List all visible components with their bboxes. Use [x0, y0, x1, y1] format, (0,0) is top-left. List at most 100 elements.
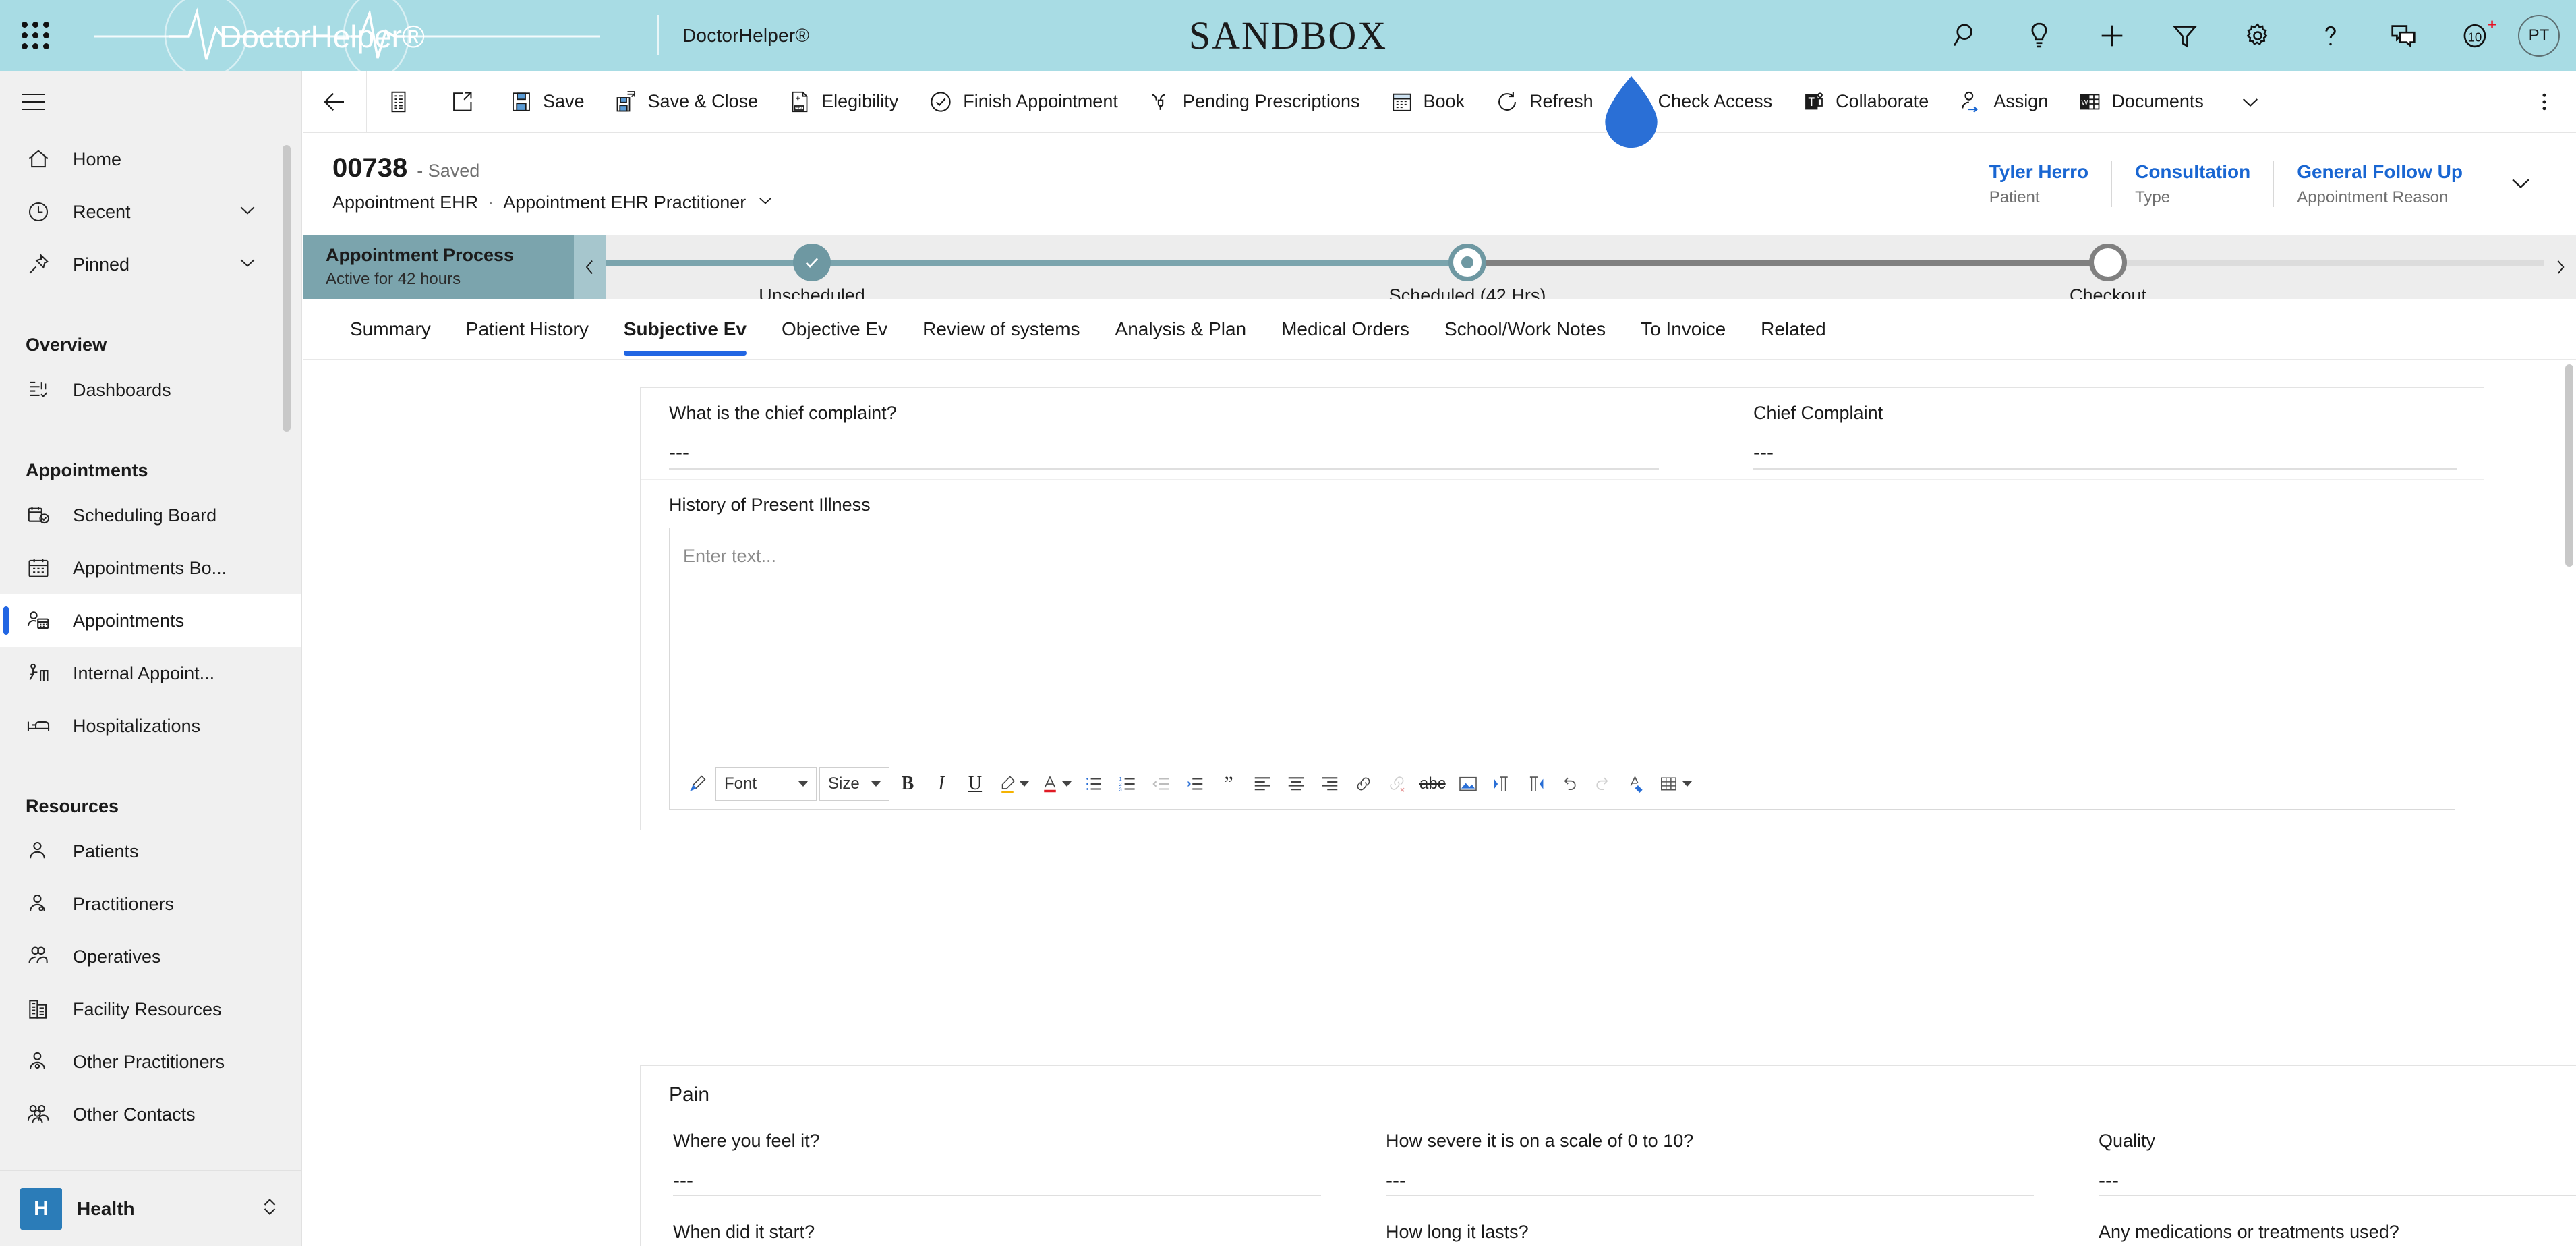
- decrease-indent-icon[interactable]: [1146, 765, 1177, 803]
- lightbulb-icon[interactable]: [2003, 0, 2076, 71]
- chevron-down-icon[interactable]: [235, 250, 260, 279]
- bulleted-list-icon[interactable]: [1078, 765, 1109, 803]
- insert-link-icon[interactable]: [1348, 765, 1379, 803]
- tab-subjective-ev[interactable]: Subjective Ev: [606, 299, 764, 360]
- sidebar-item-dashboards[interactable]: Dashboards: [0, 364, 301, 416]
- align-left-icon[interactable]: [1247, 765, 1278, 803]
- tab-to-invoice[interactable]: To Invoice: [1623, 299, 1743, 360]
- plus-icon[interactable]: [2076, 0, 2148, 71]
- sidebar-item-other-practitioners[interactable]: Other Practitioners: [0, 1036, 301, 1088]
- chevron-down-icon[interactable]: [235, 198, 260, 227]
- field-value[interactable]: ---: [673, 1169, 1321, 1196]
- sidebar-item-appointments-board[interactable]: Appointments Bo...: [0, 542, 301, 594]
- bpf-stage-node-scheduled[interactable]: [1448, 244, 1486, 281]
- font-size-select[interactable]: Size: [819, 766, 889, 801]
- insert-table-icon[interactable]: [1655, 765, 1696, 803]
- chevron-down-icon[interactable]: [2219, 71, 2282, 133]
- sidebar-item-hospitalizations[interactable]: Hospitalizations: [0, 700, 301, 752]
- form-selector-chevron-icon[interactable]: [755, 190, 775, 215]
- tab-summary[interactable]: Summary: [332, 299, 448, 360]
- app-launcher-button[interactable]: [0, 0, 71, 71]
- blockquote-icon[interactable]: ”: [1213, 765, 1244, 803]
- main-scrollbar[interactable]: [2565, 364, 2573, 567]
- pending-prescriptions-button[interactable]: Pending Prescriptions: [1133, 71, 1375, 133]
- refresh-button[interactable]: Refresh: [1480, 71, 1608, 133]
- spellcheck-icon[interactable]: abc: [1415, 765, 1450, 803]
- field-value[interactable]: ---: [1386, 1169, 2034, 1196]
- sidebar-item-pinned[interactable]: Pinned: [0, 238, 301, 291]
- sidebar-item-operatives[interactable]: Operatives: [0, 930, 301, 983]
- elegibility-button[interactable]: CDA Elegibility: [773, 71, 913, 133]
- field-value[interactable]: ---: [1753, 441, 2457, 470]
- form-name[interactable]: Appointment EHR Practitioner: [503, 192, 746, 213]
- underline-icon[interactable]: U: [960, 765, 991, 803]
- sidebar-item-internal-appointments[interactable]: Internal Appoint...: [0, 647, 301, 700]
- check-access-button[interactable]: Check Access: [1608, 71, 1788, 133]
- tab-school-work-notes[interactable]: School/Work Notes: [1427, 299, 1623, 360]
- sidebar-item-appointments[interactable]: Appointments: [0, 594, 301, 647]
- redo-icon[interactable]: [1587, 765, 1618, 803]
- field-value[interactable]: ---: [2099, 1169, 2576, 1196]
- header-field-value[interactable]: General Follow Up: [2297, 161, 2463, 183]
- sidebar-item-other-contacts[interactable]: Other Contacts: [0, 1088, 301, 1141]
- highlight-icon[interactable]: [993, 765, 1033, 803]
- clear-format-icon[interactable]: [1621, 765, 1652, 803]
- sidebar-item-home[interactable]: Home: [0, 133, 301, 186]
- bpf-stage-node-unscheduled[interactable]: [793, 244, 831, 281]
- popout-button[interactable]: [430, 71, 494, 133]
- sidebar-item-facility-resources[interactable]: Facility Resources: [0, 983, 301, 1036]
- align-center-icon[interactable]: [1281, 765, 1312, 803]
- help-icon[interactable]: [2294, 0, 2367, 71]
- header-field-value[interactable]: Tyler Herro: [1989, 161, 2088, 183]
- undo-icon[interactable]: [1554, 765, 1585, 803]
- filter-icon[interactable]: [2148, 0, 2221, 71]
- bold-icon[interactable]: B: [892, 765, 923, 803]
- sitemap-toggle-button[interactable]: [0, 71, 302, 133]
- sidebar-item-practitioners[interactable]: Practitioners: [0, 878, 301, 930]
- assign-button[interactable]: Assign: [1943, 71, 2063, 133]
- collaborate-button[interactable]: Collaborate: [1787, 71, 1943, 133]
- tab-patient-history[interactable]: Patient History: [448, 299, 606, 360]
- expand-header-chevron-icon[interactable]: [2486, 168, 2556, 201]
- insert-image-icon[interactable]: [1453, 765, 1484, 803]
- increase-indent-icon[interactable]: [1179, 765, 1210, 803]
- bpf-previous-button[interactable]: [574, 235, 606, 299]
- tab-medical-orders[interactable]: Medical Orders: [1264, 299, 1427, 360]
- back-button[interactable]: [303, 71, 366, 133]
- app-switcher-chevron-icon[interactable]: [258, 1195, 282, 1222]
- remove-link-icon[interactable]: [1382, 765, 1413, 803]
- tab-analysis-and-plan[interactable]: Analysis & Plan: [1098, 299, 1264, 360]
- sidebar-item-scheduling-board[interactable]: Scheduling Board: [0, 489, 301, 542]
- numbered-list-icon[interactable]: 123: [1112, 765, 1143, 803]
- more-commands-button[interactable]: [2513, 71, 2576, 133]
- bpf-next-button[interactable]: [2544, 235, 2576, 299]
- sidebar-item-patients[interactable]: Patients: [0, 825, 301, 878]
- header-field-value[interactable]: Consultation: [2135, 161, 2250, 183]
- ltr-icon[interactable]: [1486, 765, 1517, 803]
- finish-appointment-button[interactable]: Finish Appointment: [913, 71, 1133, 133]
- align-right-icon[interactable]: [1314, 765, 1345, 803]
- tab-review-of-systems[interactable]: Review of systems: [905, 299, 1097, 360]
- format-painter-icon[interactable]: [682, 765, 713, 803]
- bpf-title-block[interactable]: Appointment Process Active for 42 hours: [303, 235, 574, 299]
- hpi-textarea[interactable]: Enter text...: [670, 528, 2455, 758]
- field-value[interactable]: ---: [669, 441, 1659, 470]
- gear-icon[interactable]: [2221, 0, 2294, 71]
- sidebar-item-recent[interactable]: Recent: [0, 186, 301, 238]
- documents-button[interactable]: W Documents: [2063, 71, 2219, 133]
- bpf-stage-node-checkout[interactable]: [2089, 244, 2127, 281]
- tab-objective-ev[interactable]: Objective Ev: [764, 299, 905, 360]
- save-button[interactable]: Save: [494, 71, 599, 133]
- font-color-icon[interactable]: [1036, 765, 1076, 803]
- italic-icon[interactable]: I: [926, 765, 957, 803]
- feedback-icon[interactable]: [2367, 0, 2440, 71]
- rtl-icon[interactable]: [1520, 765, 1551, 803]
- form-selector-button[interactable]: [367, 71, 430, 133]
- avatar[interactable]: PT: [2518, 14, 2560, 57]
- search-icon[interactable]: [1930, 0, 2003, 71]
- save-and-close-button[interactable]: Save & Close: [599, 71, 773, 133]
- notifications-icon[interactable]: 10 +: [2440, 0, 2513, 71]
- font-family-select[interactable]: Font: [715, 766, 817, 801]
- book-button[interactable]: Book: [1375, 71, 1480, 133]
- app-switcher[interactable]: H Health: [0, 1170, 302, 1246]
